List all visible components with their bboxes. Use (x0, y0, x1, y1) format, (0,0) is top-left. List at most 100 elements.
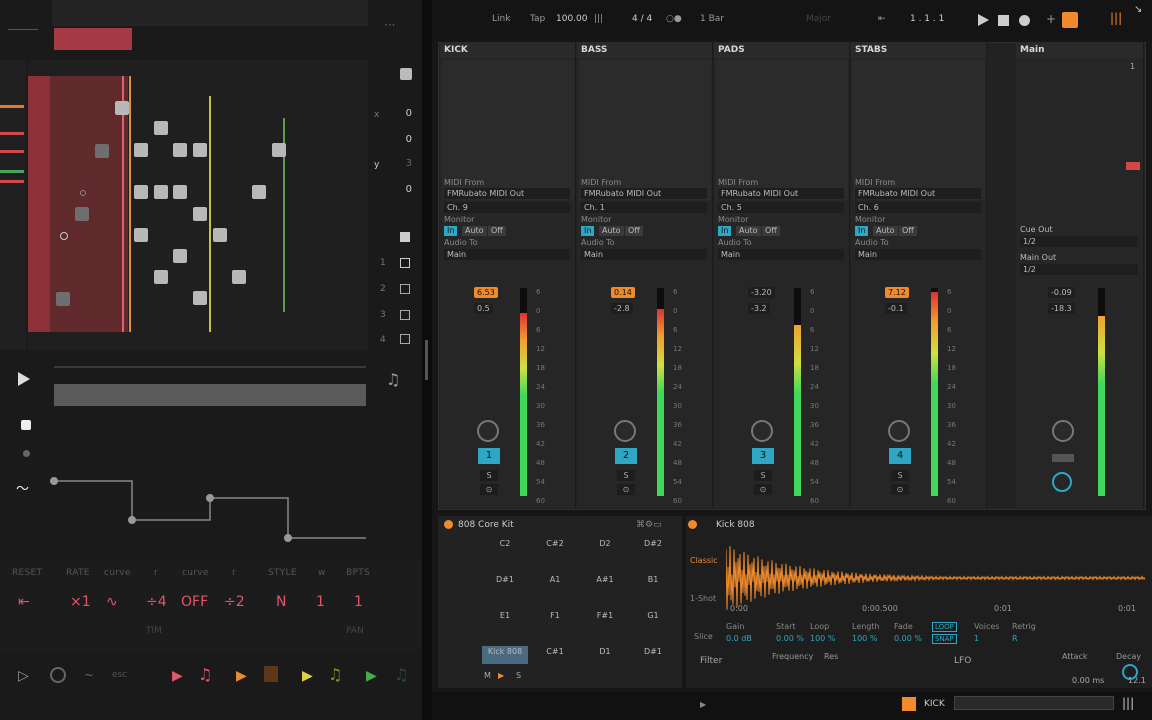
monitor-in[interactable]: In (444, 226, 458, 236)
drum-pad[interactable]: C#2 (532, 536, 578, 570)
note-cell[interactable] (115, 101, 129, 115)
waveform[interactable] (726, 540, 1146, 618)
monitor-auto[interactable]: Auto (599, 226, 624, 236)
style-value[interactable]: N (276, 594, 286, 610)
scrub-region[interactable] (54, 384, 366, 406)
record-button[interactable] (1019, 15, 1030, 26)
note-cell[interactable] (154, 270, 168, 284)
clip-icon[interactable] (400, 258, 410, 268)
track-name[interactable]: PADS (714, 42, 849, 58)
main-out-select[interactable]: 1/2 (1020, 264, 1138, 275)
follow-icon[interactable]: ⇤ (878, 14, 886, 24)
decay-knob[interactable] (1122, 664, 1138, 680)
attack-value[interactable]: 0.00 ms (1072, 676, 1104, 685)
expand-icon[interactable]: ↘ (1134, 4, 1142, 15)
monitor-off[interactable]: Off (488, 226, 506, 236)
curve-icon[interactable]: ∿ (106, 594, 118, 610)
mute-button[interactable]: M (484, 671, 491, 680)
midi-from-select[interactable]: FMRubato MIDI Out (444, 188, 570, 199)
divider-handle[interactable] (425, 340, 428, 380)
drum-pad[interactable]: D2 (582, 536, 628, 570)
track-name[interactable]: BASS (577, 42, 712, 58)
pan-knob[interactable] (614, 420, 636, 442)
mixer-icon[interactable]: ||| (1110, 11, 1122, 25)
peak-value[interactable]: 0.14 (611, 287, 635, 298)
channel-select[interactable]: Ch. 5 (718, 202, 844, 213)
stop-clip-icon[interactable] (1126, 162, 1140, 170)
note-cell[interactable] (134, 185, 148, 199)
monitor-in[interactable]: In (855, 226, 869, 236)
note-cell[interactable] (232, 270, 246, 284)
automation-envelope[interactable] (40, 470, 370, 550)
play-button[interactable] (978, 14, 989, 26)
snap-toggle[interactable]: SNAP (932, 634, 957, 644)
square-icon[interactable] (400, 232, 410, 242)
track-number[interactable]: 1 (478, 448, 500, 464)
monitor-auto[interactable]: Auto (736, 226, 761, 236)
track-number[interactable]: 2 (615, 448, 637, 464)
main-slot[interactable]: 1 (1130, 62, 1135, 71)
side-value[interactable]: 3 (392, 158, 412, 169)
dot-icon[interactable] (23, 450, 30, 457)
mode-classic[interactable]: Classic (690, 556, 718, 565)
device-on-icon[interactable] (444, 520, 453, 529)
w-value[interactable]: 1 (316, 594, 325, 610)
quantize-select[interactable]: 1 Bar (700, 14, 724, 24)
key-select[interactable]: Major (806, 14, 831, 24)
tap-button[interactable]: Tap (530, 14, 545, 24)
arm-button[interactable]: ⊙ (480, 484, 498, 495)
timeline-track[interactable] (54, 366, 366, 368)
pad-play-icon[interactable]: ▶ (498, 671, 504, 680)
monitor-off[interactable]: Off (899, 226, 917, 236)
monitor-in[interactable]: In (581, 226, 595, 236)
drum-pad[interactable]: D#2 (630, 536, 676, 570)
esc-label[interactable]: esc (112, 670, 127, 680)
peak-value[interactable]: 7.12 (885, 287, 909, 298)
channel-select[interactable]: Ch. 6 (855, 202, 981, 213)
note-cell[interactable] (173, 185, 187, 199)
solo-button[interactable]: S (617, 470, 635, 481)
play-icon[interactable] (18, 372, 30, 386)
anchor-point[interactable] (80, 190, 86, 196)
main-volume[interactable]: -18.3 (1048, 303, 1075, 314)
note-cell[interactable] (154, 185, 168, 199)
clip-icon[interactable] (400, 310, 410, 320)
note-cell[interactable] (134, 143, 148, 157)
volume-value[interactable]: -2.8 (611, 303, 633, 314)
clip-icon[interactable] (400, 284, 410, 294)
play-icon-green[interactable]: ▶ (366, 668, 377, 684)
note-cell[interactable] (193, 291, 207, 305)
drum-pad[interactable]: F1 (532, 608, 578, 642)
channel-select[interactable]: Ch. 1 (581, 202, 707, 213)
signature-field[interactable]: 4 / 4 (632, 14, 652, 24)
volume-value[interactable]: -3.2 (748, 303, 770, 314)
reset-icon[interactable]: ⇤ (18, 594, 30, 610)
solo-button[interactable]: S (754, 470, 772, 481)
stop-button[interactable] (998, 15, 1009, 26)
note-cell[interactable] (272, 143, 286, 157)
volume-value[interactable]: -0.1 (885, 303, 907, 314)
drum-pad[interactable]: D1 (582, 644, 628, 678)
param-value[interactable]: 1 (974, 634, 979, 643)
param-value[interactable]: R (1012, 634, 1018, 643)
track-color-icon[interactable] (902, 697, 916, 711)
link-button[interactable]: Link (492, 14, 510, 24)
meter-icon[interactable]: ||| (1122, 696, 1134, 710)
clip-icon[interactable] (400, 334, 410, 344)
drum-pad[interactable]: D#1 (482, 572, 528, 606)
drum-rack-title[interactable]: 808 Core Kit (458, 520, 514, 530)
note-icon-red[interactable]: ♫ (198, 665, 212, 684)
param-value[interactable]: 0.0 dB (726, 634, 752, 643)
r-value[interactable]: ÷4 (146, 594, 167, 610)
record-square-icon[interactable] (21, 420, 31, 430)
note-cell[interactable] (213, 228, 227, 242)
note-cell[interactable] (95, 144, 109, 158)
overflow-dots-icon[interactable]: ··· (384, 18, 395, 32)
play-outline-icon[interactable]: ▷ (18, 668, 29, 684)
peak-value[interactable]: -3.20 (748, 287, 775, 298)
drum-pad[interactable]: G1 (630, 608, 676, 642)
note-cell[interactable] (56, 292, 70, 306)
note-cell[interactable] (154, 121, 168, 135)
metronome-icon[interactable]: ||| (594, 14, 603, 24)
arm-button[interactable]: ⊙ (617, 484, 635, 495)
